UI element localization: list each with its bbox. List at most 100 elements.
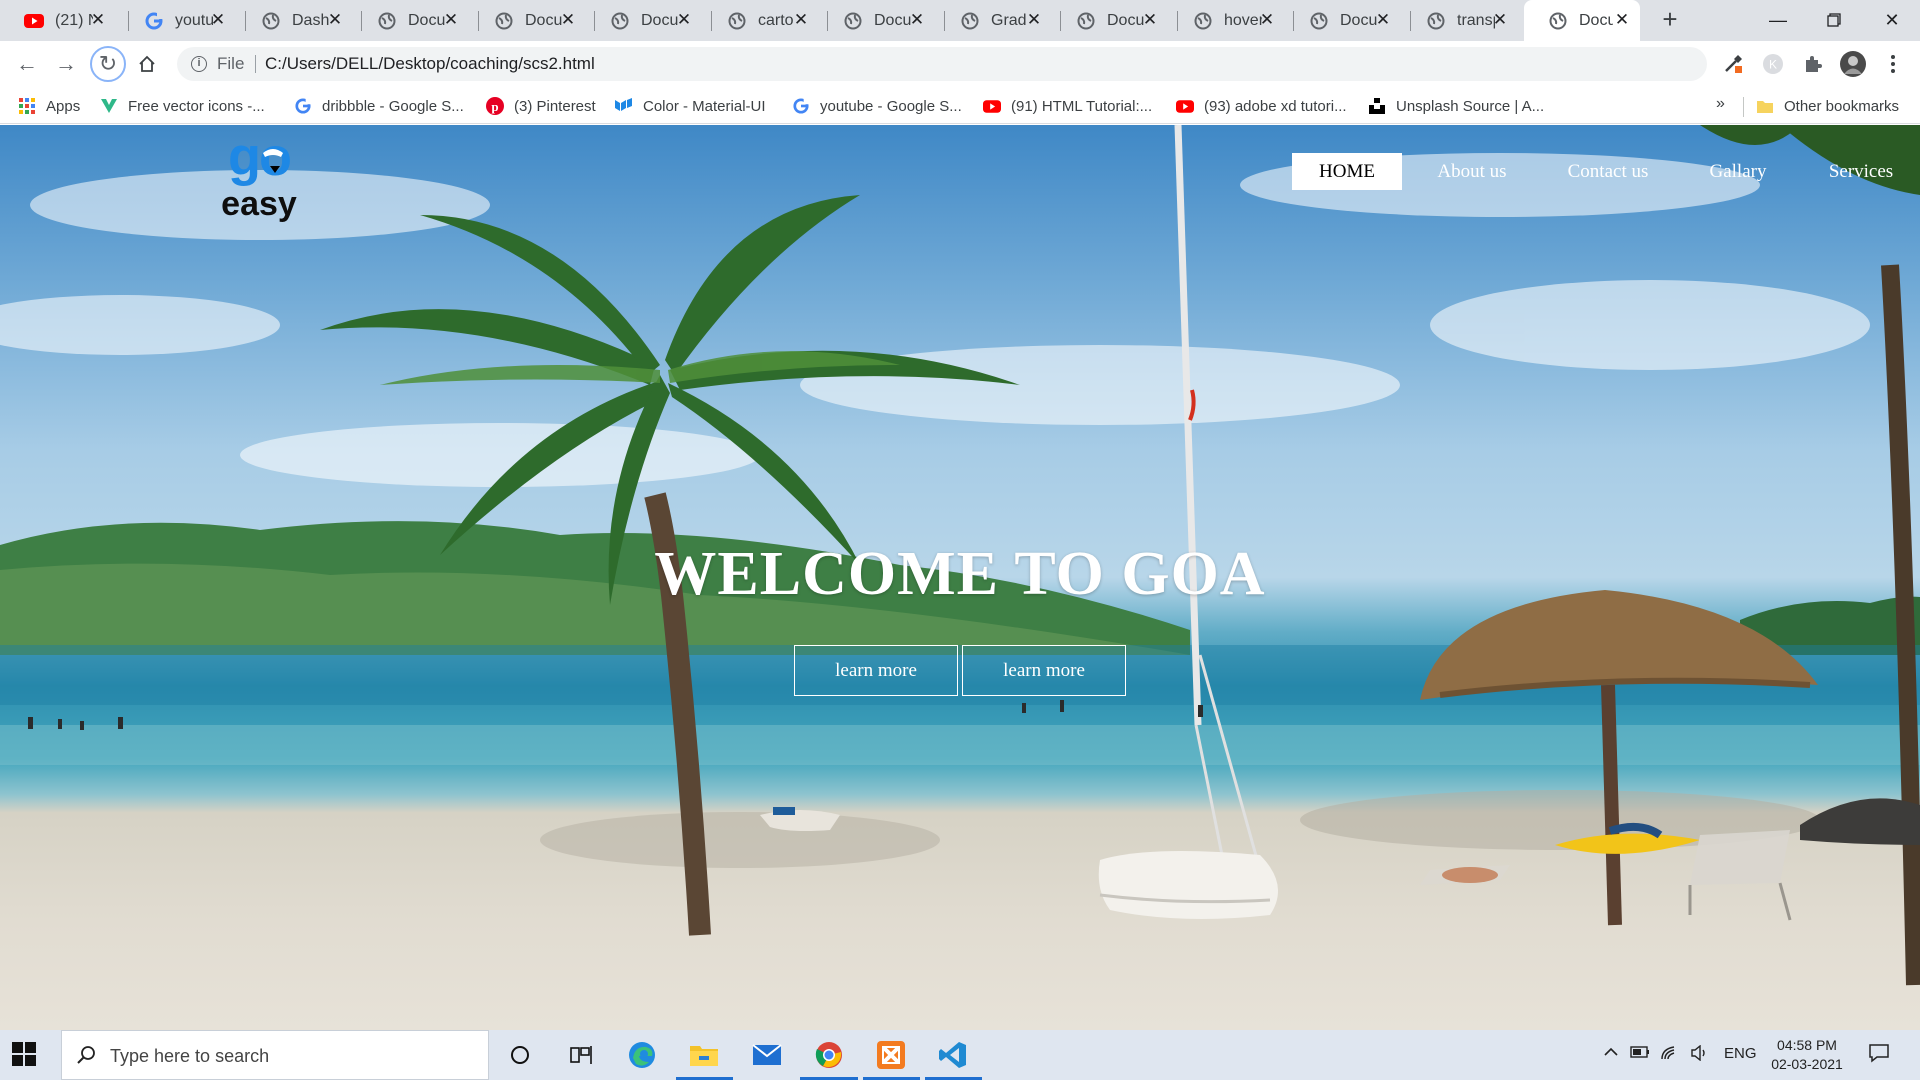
file-explorer-icon[interactable] xyxy=(686,1038,722,1072)
browser-tab-strip: (21) N ✕ youtu ✕ Dashb ✕ Docu ✕ Docu ✕ xyxy=(0,0,1920,41)
restore-icon[interactable] xyxy=(1814,2,1854,38)
pinterest-icon: p xyxy=(486,97,504,115)
bookmark-apps[interactable]: Apps xyxy=(18,95,80,117)
bookmark-html-tutorial[interactable]: (91) HTML Tutorial:... xyxy=(983,95,1152,117)
close-tab-icon[interactable]: ✕ xyxy=(325,10,345,30)
nav-home-link[interactable]: HOME xyxy=(1292,153,1402,190)
bookmark-label: (91) HTML Tutorial:... xyxy=(1011,97,1153,115)
task-view-icon[interactable] xyxy=(563,1038,599,1072)
browser-tab[interactable]: Docu ✕ xyxy=(586,0,702,41)
browser-tab[interactable]: hover ✕ xyxy=(1169,0,1285,41)
nav-gallery-link[interactable]: Gallary xyxy=(1698,153,1778,190)
browser-tab[interactable]: Dashb ✕ xyxy=(237,0,353,41)
bookmark-label: (3) Pinterest xyxy=(514,97,596,115)
browser-tab[interactable]: Grad ✕ xyxy=(936,0,1052,41)
clock-date: 02-03-2021 xyxy=(1771,1056,1843,1072)
more-bookmarks-chevron-icon[interactable]: » xyxy=(1716,95,1725,113)
new-tab-plus-icon[interactable]: + xyxy=(1656,6,1684,34)
browser-tab[interactable]: carto ✕ xyxy=(703,0,819,41)
back-arrow-icon[interactable]: ← xyxy=(11,48,43,80)
system-clock[interactable]: 04:58 PM 02-03-2021 xyxy=(1762,1036,1852,1074)
bookmark-dribbble-search[interactable]: dribbble - Google S... xyxy=(294,95,464,117)
forward-arrow-icon[interactable]: → xyxy=(50,48,82,80)
bookmark-material-ui[interactable]: Color - Material-UI xyxy=(615,95,766,117)
close-tab-icon[interactable]: ✕ xyxy=(208,10,228,30)
browser-tab[interactable]: Docu ✕ xyxy=(1285,0,1401,41)
bookmarks-bar: Apps Free vector icons -... dribbble - G… xyxy=(0,87,1920,124)
browser-tab[interactable]: Docu ✕ xyxy=(1052,0,1168,41)
taskbar-search-box[interactable]: Type here to search xyxy=(61,1030,489,1080)
youtube-icon xyxy=(24,11,44,31)
browser-tab[interactable]: Docu ✕ xyxy=(819,0,935,41)
kebab-menu-icon[interactable] xyxy=(1880,51,1906,77)
battery-icon[interactable] xyxy=(1630,1045,1650,1063)
reload-icon[interactable]: ↻ xyxy=(92,48,124,80)
volume-icon[interactable] xyxy=(1690,1044,1710,1065)
eyedropper-extension-icon[interactable] xyxy=(1720,51,1746,77)
xampp-icon[interactable] xyxy=(873,1038,909,1072)
close-tab-icon[interactable]: ✕ xyxy=(1140,10,1160,30)
home-icon[interactable] xyxy=(131,48,163,80)
close-tab-icon[interactable]: ✕ xyxy=(1490,10,1510,30)
browser-tab[interactable]: youtu ✕ xyxy=(120,0,236,41)
globe-icon xyxy=(960,11,980,31)
learn-more-button[interactable]: learn more xyxy=(794,645,958,696)
language-indicator[interactable]: ENG xyxy=(1724,1045,1757,1062)
extensions-puzzle-icon[interactable] xyxy=(1800,51,1826,77)
url-text[interactable]: C:/Users/DELL/Desktop/coaching/scs2.html xyxy=(265,54,595,74)
close-tab-icon[interactable]: ✕ xyxy=(907,10,927,30)
bookmark-free-vector-icons[interactable]: Free vector icons -... xyxy=(100,95,265,117)
scheme-divider xyxy=(255,55,256,73)
close-tab-icon[interactable]: ✕ xyxy=(791,10,811,30)
bookmark-adobe-xd[interactable]: (93) adobe xd tutori... xyxy=(1176,95,1347,117)
google-icon xyxy=(144,11,164,31)
folder-icon xyxy=(1756,97,1774,115)
avatar[interactable] xyxy=(1840,51,1866,77)
learn-more-button-secondary[interactable]: learn more xyxy=(962,645,1126,696)
vscode-icon[interactable] xyxy=(935,1038,971,1072)
nav-services-link[interactable]: Services xyxy=(1818,153,1904,190)
logo-easy-text: easy xyxy=(221,185,297,223)
edge-browser-icon[interactable] xyxy=(624,1038,660,1072)
close-tab-icon[interactable]: ✕ xyxy=(1612,10,1632,30)
site-logo[interactable]: go easy xyxy=(215,133,305,223)
browser-tab[interactable]: transp ✕ xyxy=(1402,0,1518,41)
nav-contact-us-link[interactable]: Contact us xyxy=(1552,153,1664,190)
bookmark-youtube-search[interactable]: youtube - Google S... xyxy=(792,95,962,117)
tray-chevron-up-icon[interactable] xyxy=(1603,1045,1619,1062)
close-tab-icon[interactable]: ✕ xyxy=(558,10,578,30)
vector-icon xyxy=(100,97,118,115)
chrome-icon[interactable] xyxy=(811,1038,847,1072)
browser-tab-active[interactable]: Docu ✕ xyxy=(1524,0,1640,41)
bookmark-unsplash-source[interactable]: Unsplash Source | A... xyxy=(1368,95,1544,117)
browser-tab[interactable]: Docu ✕ xyxy=(470,0,586,41)
notification-center-icon[interactable] xyxy=(1868,1042,1890,1068)
wifi-icon[interactable] xyxy=(1660,1045,1680,1065)
hero-title: WELCOME TO GOA xyxy=(654,540,1266,608)
bookmark-label: Color - Material-UI xyxy=(643,97,766,115)
nav-about-us-link[interactable]: About us xyxy=(1422,153,1522,190)
bookmark-label: (93) adobe xd tutori... xyxy=(1204,97,1347,115)
close-tab-icon[interactable]: ✕ xyxy=(441,10,461,30)
other-bookmarks-folder[interactable]: Other bookmarks xyxy=(1756,95,1899,117)
windows-start-icon[interactable] xyxy=(12,1042,36,1066)
profile-k-icon[interactable]: K xyxy=(1760,51,1786,77)
window-close-icon[interactable]: ✕ xyxy=(1872,2,1912,38)
close-tab-icon[interactable]: ✕ xyxy=(1024,10,1044,30)
minimize-icon[interactable]: — xyxy=(1758,2,1798,38)
globe-icon xyxy=(610,11,630,31)
address-bar[interactable]: i File C:/Users/DELL/Desktop/coaching/sc… xyxy=(177,47,1865,81)
close-tab-icon[interactable]: ✕ xyxy=(88,10,108,30)
close-tab-icon[interactable]: ✕ xyxy=(1373,10,1393,30)
bookmark-pinterest[interactable]: p (3) Pinterest xyxy=(486,95,596,117)
close-tab-icon[interactable]: ✕ xyxy=(674,10,694,30)
cortana-circle-icon[interactable] xyxy=(502,1038,538,1072)
clock-time: 04:58 PM xyxy=(1777,1037,1837,1053)
page-viewport: go easy HOME About us Contact us Gallary… xyxy=(0,125,1920,1030)
info-icon[interactable]: i xyxy=(191,56,207,72)
mail-icon[interactable] xyxy=(749,1038,785,1072)
browser-tab[interactable]: Docu ✕ xyxy=(353,0,469,41)
globe-icon xyxy=(1309,11,1329,31)
close-tab-icon[interactable]: ✕ xyxy=(1257,10,1277,30)
browser-tab[interactable]: (21) N ✕ xyxy=(0,0,116,41)
